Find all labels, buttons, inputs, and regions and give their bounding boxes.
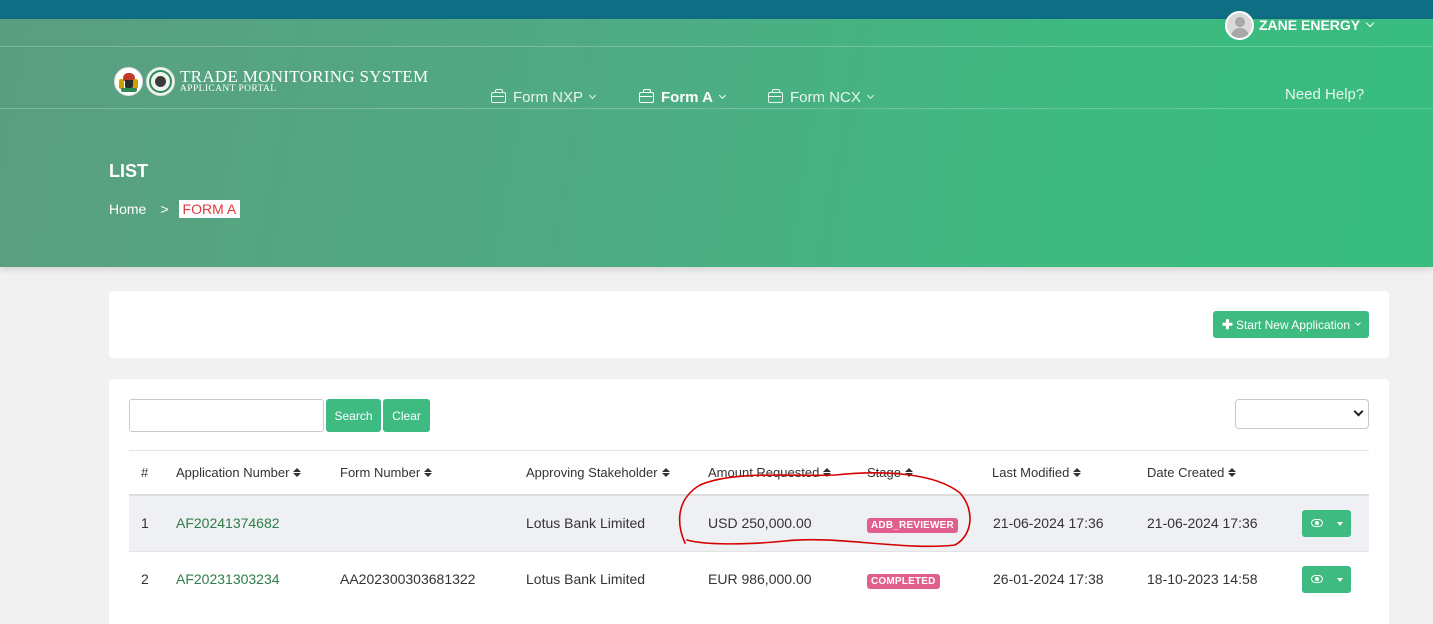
chevron-down-icon: [1337, 578, 1343, 582]
stage-badge: COMPLETED: [867, 574, 940, 589]
breadcrumb-home[interactable]: Home: [109, 201, 146, 217]
start-new-application-label: Start New Application: [1235, 317, 1350, 332]
header-banner: [0, 19, 1433, 267]
coat-of-arms-logo: [114, 67, 143, 96]
column-header-last-modified[interactable]: Last Modified: [992, 465, 1082, 480]
sort-icon: [424, 468, 433, 477]
column-header-form-number[interactable]: Form Number: [340, 465, 433, 480]
amount-requested: EUR 986,000.00: [708, 571, 812, 587]
breadcrumb-current: FORM A: [178, 200, 241, 218]
table-row: 2 AF20231303234 AA202300303681322 Lotus …: [129, 551, 1369, 606]
approving-stakeholder: Lotus Bank Limited: [526, 571, 646, 587]
top-strip: [0, 0, 1433, 19]
actions-card: ✚ Start New Application: [109, 291, 1389, 358]
chevron-down-icon: [718, 91, 726, 99]
filter-select[interactable]: [1235, 399, 1369, 429]
search-input[interactable]: [129, 399, 324, 432]
row-number: 2: [141, 571, 149, 587]
approving-stakeholder: Lotus Bank Limited: [526, 515, 646, 531]
date-created: 21-06-2024 17:36: [1147, 515, 1258, 531]
breadcrumb-separator: >: [160, 201, 169, 217]
sort-icon: [293, 468, 302, 477]
start-new-application-button[interactable]: ✚ Start New Application: [1213, 311, 1369, 338]
sort-icon: [1228, 468, 1237, 477]
form-number: AA202300303681322: [340, 571, 476, 587]
nav-label: Form A: [661, 88, 713, 106]
table-top-border: [129, 450, 1369, 451]
column-header-number: #: [141, 465, 149, 480]
need-help-link[interactable]: Need Help?: [1285, 86, 1364, 103]
stage-badge: ADB_REVIEWER: [867, 518, 958, 533]
row-actions-button[interactable]: [1302, 510, 1351, 537]
nav-label: Form NCX: [790, 88, 861, 106]
briefcase-icon: [768, 88, 783, 103]
chevron-down-icon: [1355, 319, 1361, 326]
nav-form-nxp[interactable]: Form NXP: [491, 86, 597, 108]
app-logo[interactable]: TRADE MONITORING SYSTEM APPLICANT PORTAL: [114, 67, 428, 96]
breadcrumb: Home > FORM A: [109, 200, 241, 218]
chevron-down-icon: [1353, 406, 1364, 417]
user-menu[interactable]: ZANE ENERGY: [1225, 10, 1375, 40]
logo-title: TRADE MONITORING SYSTEM: [180, 67, 429, 87]
nav-form-ncx[interactable]: Form NCX: [768, 86, 874, 108]
column-header-approving-stakeholder[interactable]: Approving Stakeholder: [526, 465, 670, 480]
table-row: 1 AF20241374682 Lotus Bank Limited USD 2…: [129, 496, 1369, 551]
application-number-link[interactable]: AF20231303234: [176, 571, 280, 587]
column-header-stage[interactable]: Stage: [867, 465, 913, 480]
row-actions-button[interactable]: [1302, 566, 1351, 593]
nav-form-a[interactable]: Form A: [639, 86, 726, 108]
chevron-down-icon: [866, 91, 874, 99]
column-header-application-number[interactable]: Application Number: [176, 465, 302, 480]
last-modified: 21-06-2024 17:36: [993, 515, 1104, 531]
column-header-amount-requested[interactable]: Amount Requested: [708, 465, 832, 480]
eye-icon: [1311, 575, 1323, 583]
user-name: ZANE ENERGY: [1259, 17, 1361, 33]
sort-icon: [1073, 468, 1082, 477]
column-header-date-created[interactable]: Date Created: [1147, 465, 1237, 480]
nav-label: Form NXP: [513, 88, 584, 106]
nav-divider: [0, 108, 1433, 109]
chevron-down-icon: [1365, 18, 1375, 28]
chevron-down-icon: [588, 91, 597, 99]
briefcase-icon: [639, 88, 654, 103]
chevron-down-icon: [1337, 522, 1343, 526]
sort-icon: [661, 468, 670, 477]
eye-icon: [1311, 519, 1323, 527]
date-created: 18-10-2023 14:58: [1147, 571, 1258, 587]
application-number-link[interactable]: AF20241374682: [176, 515, 280, 531]
last-modified: 26-01-2024 17:38: [993, 571, 1104, 587]
seal-logo: [146, 67, 175, 96]
amount-requested: USD 250,000.00: [708, 515, 812, 531]
logo-subtitle: APPLICANT PORTAL: [180, 84, 277, 95]
applications-card: Search Clear # Application Number Form N…: [109, 379, 1389, 624]
page-title: LIST: [109, 161, 148, 181]
avatar: [1225, 10, 1254, 40]
sort-icon: [904, 468, 913, 477]
header-divider: [0, 46, 1433, 47]
search-button[interactable]: Search: [326, 399, 381, 432]
sort-icon: [823, 468, 832, 477]
clear-button[interactable]: Clear: [383, 399, 430, 432]
plus-icon: ✚: [1222, 316, 1233, 332]
row-number: 1: [141, 515, 149, 531]
briefcase-icon: [491, 88, 506, 103]
